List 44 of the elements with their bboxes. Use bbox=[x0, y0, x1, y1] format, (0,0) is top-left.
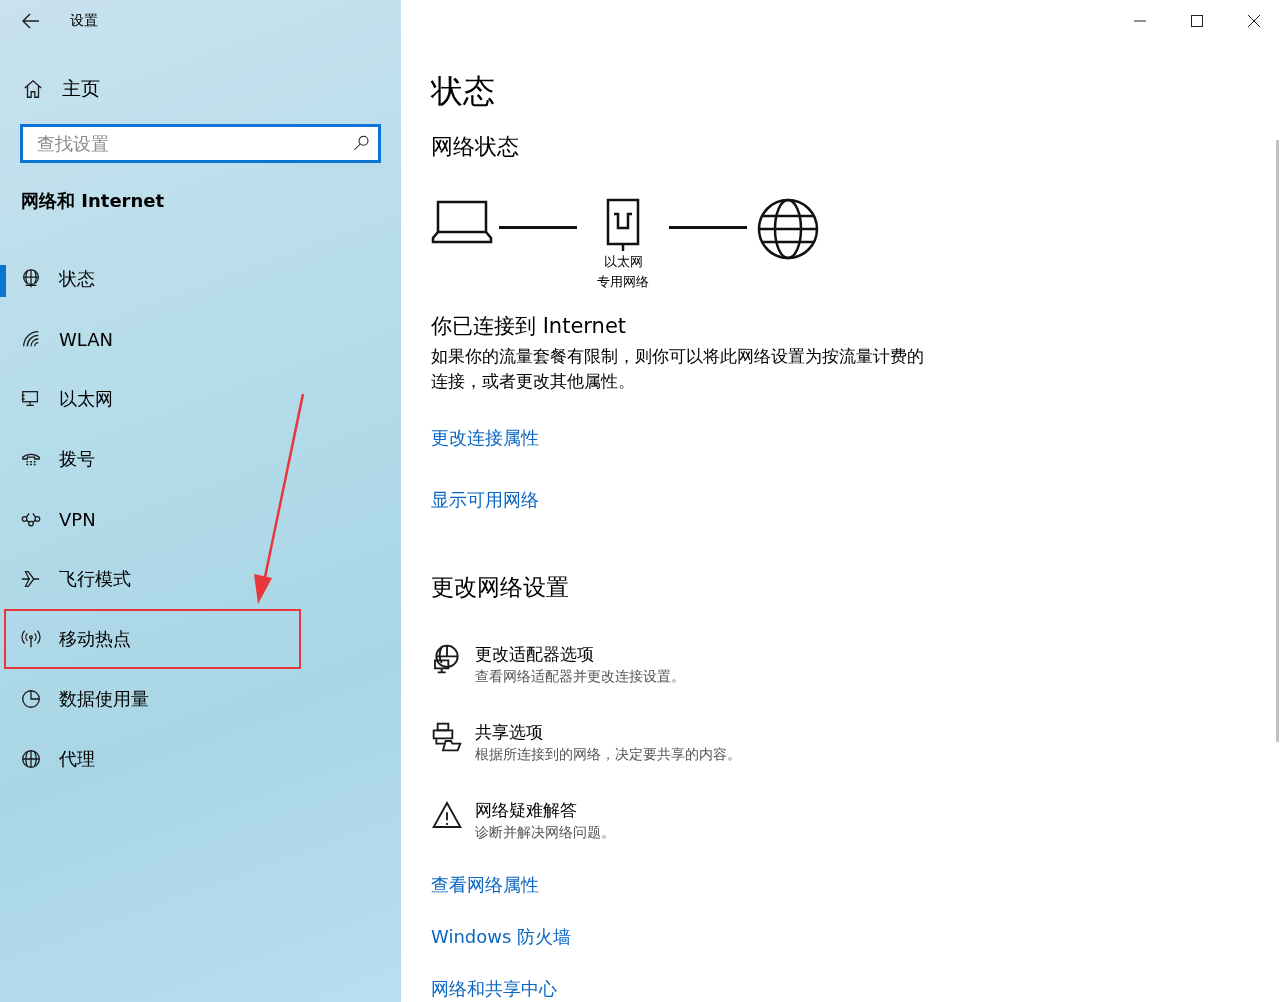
globe-monitor-icon bbox=[20, 268, 42, 290]
link[interactable]: 查看网络属性 bbox=[431, 873, 539, 897]
globe-icon bbox=[20, 748, 42, 770]
settings-option[interactable]: 共享选项 根据所连接到的网络，决定要共享的内容。 bbox=[431, 721, 741, 765]
link[interactable]: 更改连接属性 bbox=[431, 426, 539, 450]
link[interactable]: 网络和共享中心 bbox=[431, 977, 557, 1001]
home-icon bbox=[22, 78, 44, 100]
search-icon bbox=[353, 134, 371, 152]
printer-folder-icon bbox=[431, 721, 463, 753]
globe-icon bbox=[757, 198, 819, 260]
maximize-icon bbox=[1190, 15, 1203, 27]
adapter-label: 以太网 bbox=[603, 253, 643, 271]
nav-item[interactable]: 状态 bbox=[0, 249, 301, 309]
home-nav-item[interactable]: 主页 bbox=[22, 72, 100, 106]
search-field[interactable]: 查找设置 bbox=[20, 124, 381, 163]
ethernet-port-icon bbox=[606, 198, 640, 252]
section-heading: 网络状态 bbox=[431, 133, 520, 161]
profile-label: 专用网络 bbox=[597, 273, 649, 291]
nav-item[interactable]: 飞行模式 bbox=[0, 549, 301, 609]
scrollbar[interactable] bbox=[1276, 140, 1279, 742]
page-title: 状态 bbox=[431, 71, 496, 112]
nav-item[interactable]: 拨号 bbox=[0, 429, 301, 489]
airplane-icon bbox=[20, 568, 42, 590]
link[interactable]: Windows 防火墙 bbox=[431, 925, 572, 949]
close-icon bbox=[1247, 15, 1260, 27]
connection-description: 如果你的流量套餐有限制，则你可以将此网络设置为按流量计费的连接，或者更改其他属性。 bbox=[431, 345, 925, 393]
settings-option[interactable]: 网络疑难解答 诊断并解决网络问题。 bbox=[431, 799, 615, 843]
nav-item[interactable]: WLAN bbox=[0, 309, 301, 369]
nav-item[interactable]: VPN bbox=[0, 489, 301, 549]
nav-item[interactable]: 以太网 bbox=[0, 369, 301, 429]
nav-item[interactable]: 数据使用量 bbox=[0, 669, 301, 729]
section-heading: 网络和 Internet bbox=[21, 189, 166, 213]
window-title: 设置 bbox=[70, 12, 98, 30]
laptop-icon bbox=[431, 198, 493, 244]
pie-chart-icon bbox=[20, 688, 42, 710]
warning-icon bbox=[431, 799, 463, 831]
back-button[interactable] bbox=[22, 12, 40, 30]
settings-option[interactable]: 更改适配器选项 查看网络适配器并更改连接设置。 bbox=[431, 643, 685, 687]
link[interactable]: 显示可用网络 bbox=[431, 488, 539, 512]
connection-heading: 你已连接到 Internet bbox=[431, 313, 628, 340]
nav-item[interactable]: 代理 bbox=[0, 729, 301, 789]
section-heading: 更改网络设置 bbox=[431, 573, 570, 602]
nav-item[interactable]: 移动热点 bbox=[4, 609, 301, 669]
antenna-icon bbox=[20, 628, 42, 650]
